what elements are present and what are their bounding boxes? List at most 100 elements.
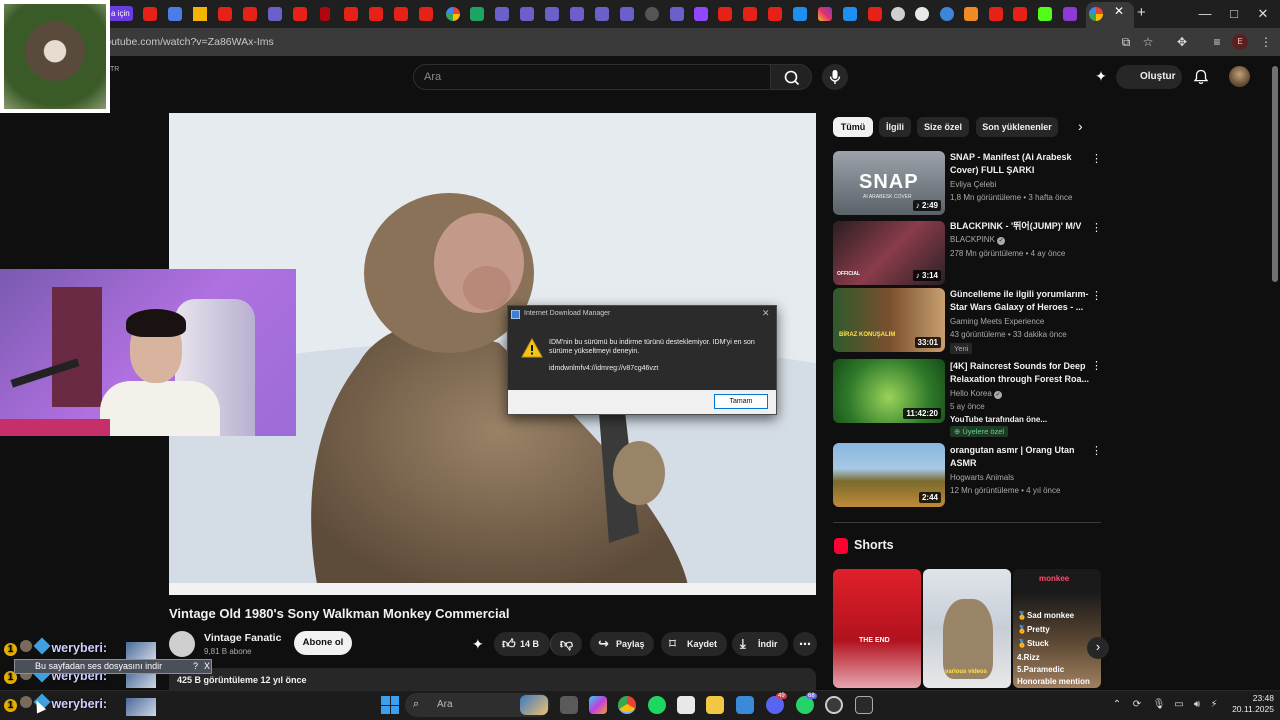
openai-tab-icon[interactable] xyxy=(915,7,929,21)
feather-tab-icon[interactable] xyxy=(495,7,509,21)
more-options-icon[interactable]: ⋮ xyxy=(1091,221,1102,235)
youtube-tab-icon[interactable] xyxy=(743,7,757,21)
docs-tab-icon[interactable] xyxy=(168,7,182,21)
chip-recently-uploaded[interactable]: Son yüklenenler xyxy=(976,117,1058,137)
orange-tab-icon[interactable] xyxy=(964,7,978,21)
share-button[interactable]: ↪ Paylaş xyxy=(590,632,654,656)
sync-icon[interactable]: ⟳ xyxy=(1130,698,1144,712)
rec-thumbnail[interactable]: SNAP AI ARABESK COVER ♪ 2:49 xyxy=(833,151,945,215)
rec-title[interactable]: [4K] Raincrest Sounds for Deep Relaxatio… xyxy=(950,360,1090,386)
file-explorer-icon[interactable] xyxy=(706,696,724,714)
help-icon[interactable]: ? xyxy=(193,660,198,673)
twitter-tab-icon[interactable] xyxy=(793,7,807,21)
channel-name[interactable]: Vintage Fanatic xyxy=(204,632,281,644)
chrome-icon[interactable] xyxy=(618,696,636,714)
feather-tab-icon[interactable] xyxy=(670,7,684,21)
youtube-tab-icon[interactable] xyxy=(989,7,1003,21)
rec-title[interactable]: SNAP - Manifest (Ai Arabesk Cover) FULL … xyxy=(950,151,1090,177)
close-dialog-icon[interactable]: ✕ xyxy=(762,308,770,319)
youtube-tab-icon[interactable] xyxy=(369,7,383,21)
ask-sparkle-icon[interactable]: ✦ xyxy=(472,636,490,654)
search-button[interactable] xyxy=(770,64,812,90)
feather-tab-icon[interactable] xyxy=(620,7,634,21)
youtube-tab-icon[interactable] xyxy=(718,7,732,21)
tab-partial[interactable]: a için xyxy=(108,6,133,21)
address-bar[interactable]: youtube.com/watch?v=Za86WAx-Ims xyxy=(100,31,1100,53)
active-tab[interactable]: ✕ xyxy=(1086,2,1134,28)
extensions-icon[interactable]: ✥ xyxy=(1173,33,1191,51)
rec-channel[interactable]: BLACKPINK ✓ xyxy=(950,235,1006,245)
chip-all[interactable]: Tümü xyxy=(833,117,873,137)
reading-list-icon[interactable]: ≡ xyxy=(1208,33,1226,51)
rec-title[interactable]: BLACKPINK - '뛰어(JUMP)' M/V xyxy=(950,220,1090,233)
obs-icon[interactable] xyxy=(825,696,843,714)
drive-tab-icon[interactable] xyxy=(193,7,207,21)
display-icon[interactable]: ▭ xyxy=(1172,698,1186,712)
globe-tab-icon[interactable] xyxy=(940,7,954,21)
power-icon[interactable]: ⚡︎ xyxy=(1207,698,1221,712)
close-tab-icon[interactable]: ✕ xyxy=(1114,4,1124,18)
twitter-tab-icon[interactable] xyxy=(843,7,857,21)
rec-channel[interactable]: Hello Korea ✓ xyxy=(950,389,1003,399)
youtube-tab-icon[interactable] xyxy=(243,7,257,21)
youtube-tab-icon[interactable] xyxy=(344,7,358,21)
more-options-icon[interactable]: ⋮ xyxy=(1091,359,1102,373)
ok-button[interactable]: Tamam xyxy=(714,394,768,409)
rec-title[interactable]: orangutan asmr | Orang Utan ASMR xyxy=(950,444,1090,470)
rec-thumbnail[interactable]: BİRAZ KONUŞALIM 33:01 xyxy=(833,288,945,352)
volume-icon[interactable]: 🔊︎ xyxy=(1190,698,1204,712)
create-button[interactable]: Oluştur xyxy=(1116,65,1182,89)
feather-tab-icon[interactable] xyxy=(268,7,282,21)
feather-tab-icon[interactable] xyxy=(520,7,534,21)
twitch-tab-icon[interactable] xyxy=(694,7,708,21)
copilot-icon[interactable] xyxy=(589,696,607,714)
rec-channel[interactable]: Hogwarts Animals xyxy=(950,473,1014,482)
shorts-next-button[interactable]: › xyxy=(1087,637,1109,659)
rec-channel[interactable]: Gaming Meets Experience xyxy=(950,317,1044,326)
instagram-tab-icon[interactable] xyxy=(818,7,832,21)
subscribe-button[interactable]: Abone ol xyxy=(294,631,352,655)
netflix-tab-icon[interactable] xyxy=(320,7,330,21)
short-card[interactable]: various videos xyxy=(923,569,1011,688)
account-avatar[interactable] xyxy=(1229,66,1250,87)
compass-tab-icon[interactable] xyxy=(645,7,659,21)
tray-overflow-icon[interactable]: ⌃ xyxy=(1110,698,1124,712)
feather-tab-icon[interactable] xyxy=(545,7,559,21)
terminal-icon[interactable] xyxy=(855,696,873,714)
cast-icon[interactable]: ⧉ xyxy=(1117,33,1135,51)
spotify-icon[interactable] xyxy=(648,696,666,714)
profile-avatar[interactable]: E xyxy=(1232,34,1248,50)
youtube-tab-icon[interactable] xyxy=(868,7,882,21)
channel-avatar[interactable] xyxy=(169,631,195,657)
rec-title[interactable]: Güncelleme ile ilgili yorumlarım- Star W… xyxy=(950,288,1090,314)
youtube-tab-icon[interactable] xyxy=(218,7,232,21)
youtube-tab-icon[interactable] xyxy=(419,7,433,21)
more-actions-button[interactable]: ⋯ xyxy=(793,632,817,656)
rec-channel[interactable]: Evliya Çelebi xyxy=(950,180,996,189)
download-audio-tooltip[interactable]: Bu sayfadan ses dosyasını indir ? X xyxy=(14,659,212,674)
microphone-tray-icon[interactable]: 🎙︎ xyxy=(1152,698,1166,712)
google-tab-icon[interactable] xyxy=(446,7,460,21)
menu-dots-icon[interactable]: ⋮ xyxy=(1257,33,1275,51)
sheets-tab-icon[interactable] xyxy=(470,7,484,21)
voice-search-button[interactable] xyxy=(822,64,848,90)
download-button[interactable]: ⤓ İndir xyxy=(732,632,788,656)
youtube-tab-icon[interactable] xyxy=(293,7,307,21)
chevron-right-icon[interactable]: › xyxy=(1078,118,1083,134)
taskbar-clock[interactable]: 23:48 20.11.2025 xyxy=(1224,693,1274,715)
windows-start-icon[interactable] xyxy=(381,696,399,714)
like-button[interactable]: 👍︎ 14 B xyxy=(494,632,550,656)
youtube-tab-icon[interactable] xyxy=(1013,7,1027,21)
rec-thumbnail[interactable]: 11:42:20 xyxy=(833,359,945,423)
close-icon[interactable]: X xyxy=(204,660,210,673)
chip-related[interactable]: İlgili xyxy=(879,117,911,137)
sparkle-icon[interactable]: ✦ xyxy=(1092,68,1110,86)
more-options-icon[interactable]: ⋮ xyxy=(1091,444,1102,458)
chip-for-you[interactable]: Size özel xyxy=(917,117,969,137)
close-window-button[interactable]: ✕ xyxy=(1245,0,1280,28)
search-input[interactable]: Ara xyxy=(413,64,771,90)
youtube-tab-icon[interactable] xyxy=(143,7,157,21)
short-card[interactable]: THE END xyxy=(833,569,921,688)
bookmark-star-icon[interactable]: ☆ xyxy=(1139,33,1157,51)
youtube-tab-icon[interactable] xyxy=(768,7,782,21)
